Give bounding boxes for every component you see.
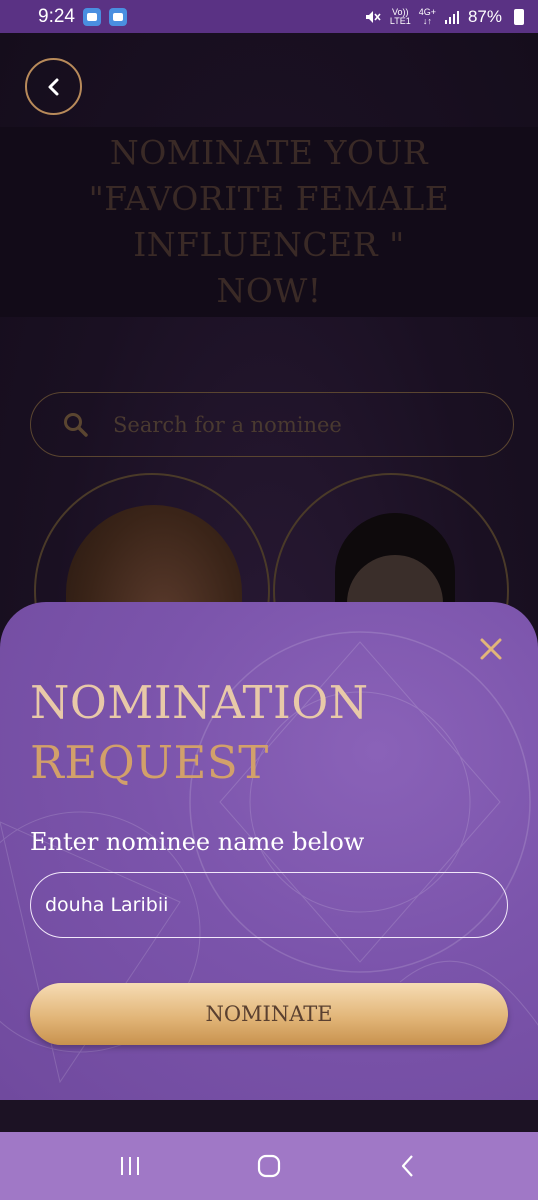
close-button[interactable] (476, 634, 506, 664)
search-placeholder: Search for a nominee (113, 412, 342, 437)
notification-app-icon (108, 7, 127, 26)
home-icon (257, 1154, 281, 1178)
status-time: 9:24 (38, 5, 75, 27)
back-button[interactable] (25, 58, 82, 115)
home-button[interactable] (249, 1146, 289, 1186)
recents-icon (120, 1157, 139, 1175)
chevron-left-icon (48, 78, 58, 95)
page-banner: NOMINATE YOUR "FAVORITE FEMALE INFLUENCE… (0, 127, 538, 317)
notification-app-icon (82, 7, 101, 26)
bottom-strip (0, 1100, 538, 1132)
battery-percent: 87% (467, 6, 502, 26)
search-icon (64, 412, 88, 437)
recents-button[interactable] (110, 1146, 150, 1186)
volte-indicator: Vo)) LTE1 (389, 6, 411, 26)
status-bar: 9:24 Vo)) LTE1 4G+ ↓↑ 87% (0, 0, 538, 33)
signal-icon (444, 10, 459, 24)
nav-back-button[interactable] (388, 1146, 428, 1186)
battery-icon (514, 8, 524, 25)
data-indicator: 4G+ ↓↑ (418, 6, 436, 26)
nominee-name-input[interactable] (30, 872, 508, 938)
close-icon (480, 638, 502, 660)
back-icon (402, 1155, 414, 1177)
status-indicators: Vo)) LTE1 4G+ ↓↑ 87% (364, 7, 524, 27)
modal-title-line-2: REQUEST (30, 736, 269, 789)
nominee-name-label: Enter nominee name below (30, 828, 365, 856)
mute-icon (365, 10, 381, 23)
nominate-button[interactable]: NOMINATE (30, 983, 508, 1045)
modal-title-line-1: NOMINATION (30, 676, 369, 729)
nomination-request-sheet: NOMINATION REQUEST Enter nominee name be… (0, 602, 538, 1100)
search-bar[interactable]: Search for a nominee (30, 392, 514, 457)
banner-title: NOMINATE YOUR "FAVORITE FEMALE INFLUENCE… (88, 133, 450, 310)
system-navigation-bar (0, 1132, 538, 1200)
